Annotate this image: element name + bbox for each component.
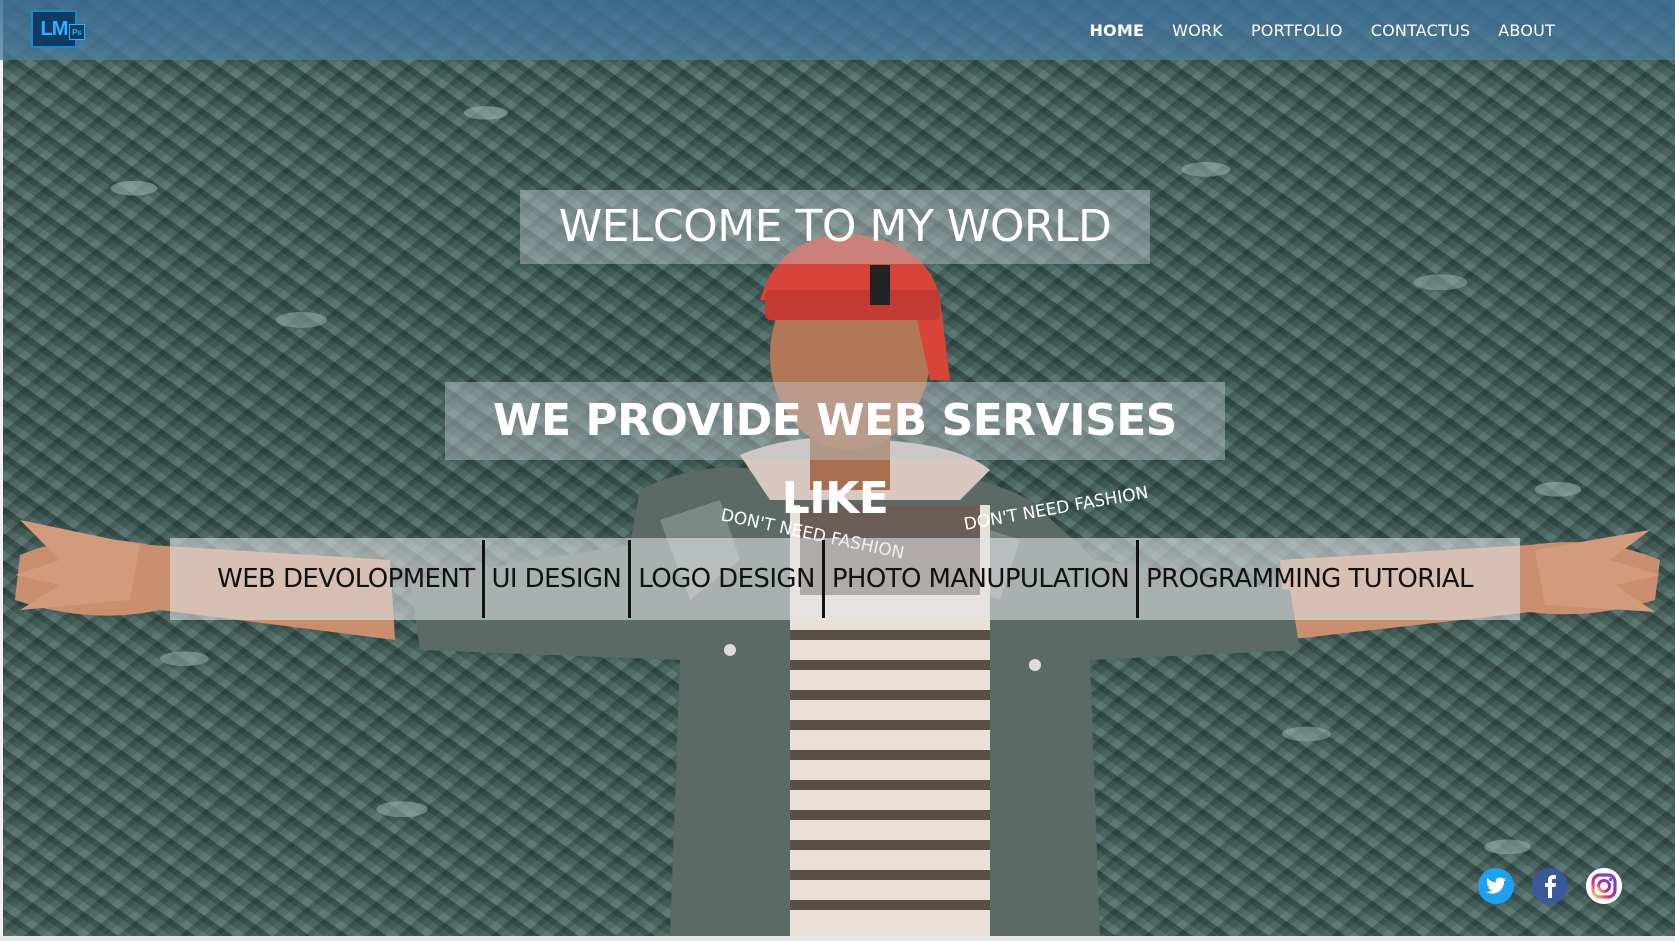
- facebook-icon[interactable]: [1532, 868, 1568, 904]
- service-logo-design[interactable]: LOGO DESIGN: [631, 538, 822, 620]
- navbar: LM Ps HOME WORK PORTFOLIO CONTACTUS ABOU…: [0, 0, 1675, 60]
- jacket-text-right: DON'T NEED FASHION: [962, 483, 1150, 535]
- service-ui-design[interactable]: UI DESIGN: [485, 538, 629, 620]
- main-nav: HOME WORK PORTFOLIO CONTACTUS ABOUT: [1061, 0, 1555, 60]
- nav-portfolio[interactable]: PORTFOLIO: [1251, 21, 1343, 40]
- social-links: [1478, 868, 1622, 904]
- logo-text: LM: [40, 17, 69, 40]
- service-photo-manipulation[interactable]: PHOTO MANUPULATION: [825, 538, 1136, 620]
- service-programming-tutorial[interactable]: PROGRAMMING TUTORIAL: [1139, 538, 1480, 620]
- twitter-icon[interactable]: [1478, 868, 1514, 904]
- nav-contactus[interactable]: CONTACTUS: [1371, 21, 1471, 40]
- nav-about[interactable]: ABOUT: [1498, 21, 1555, 40]
- nav-work[interactable]: WORK: [1172, 21, 1223, 40]
- nav-home[interactable]: HOME: [1089, 21, 1144, 40]
- hero-title: WELCOME TO MY WORLD: [520, 190, 1150, 264]
- left-edge: [0, 0, 3, 941]
- bottom-edge: [0, 936, 1675, 941]
- hero-subtitle: WE PROVIDE WEB SERVISES LIKE: [445, 382, 1225, 524]
- logo-badge: Ps: [69, 24, 85, 40]
- instagram-icon[interactable]: [1586, 868, 1622, 904]
- service-web-development[interactable]: WEB DEVOLOPMENT: [210, 538, 481, 620]
- logo[interactable]: LM Ps: [25, 10, 85, 48]
- services-bar: WEB DEVOLOPMENT UI DESIGN LOGO DESIGN PH…: [170, 538, 1520, 620]
